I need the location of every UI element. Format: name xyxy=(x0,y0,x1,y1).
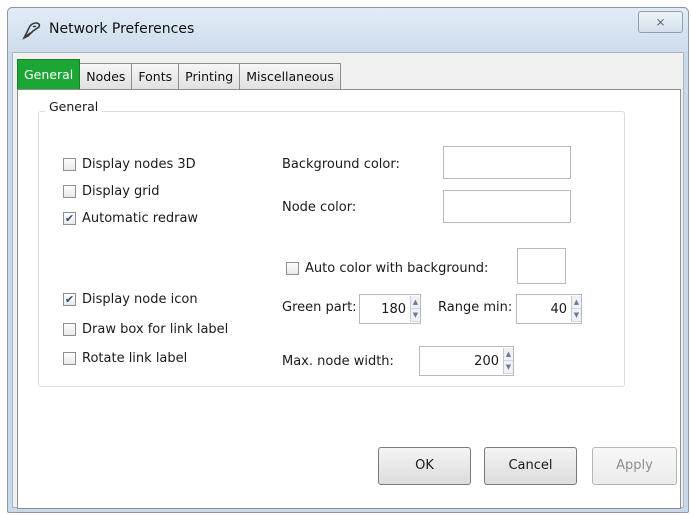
tab-printing[interactable]: Printing xyxy=(178,63,241,89)
max-node-width-input[interactable] xyxy=(420,348,503,374)
tab-miscellaneous[interactable]: Miscellaneous xyxy=(239,63,341,89)
auto-color-swatch[interactable] xyxy=(517,248,566,284)
spinner-arrows[interactable]: ▲ ▼ xyxy=(410,296,420,322)
checkbox-label: Display nodes 3D xyxy=(82,157,196,172)
spin-up-icon[interactable]: ▲ xyxy=(504,348,513,361)
preferences-window: Network Preferences ⨯ General Nodes Font… xyxy=(7,7,689,513)
tab-strip: General Nodes Fonts Printing Miscellaneo… xyxy=(17,59,341,89)
spinner-arrows[interactable]: ▲ ▼ xyxy=(503,348,513,374)
checkbox-box xyxy=(63,352,76,365)
max-node-width-spinner[interactable]: ▲ ▼ xyxy=(419,346,514,376)
range-min-spinner[interactable]: ▲ ▼ xyxy=(516,294,582,324)
display-grid-checkbox[interactable]: Display grid xyxy=(63,184,160,199)
background-color-label: Background color: xyxy=(282,157,400,172)
tab-general[interactable]: General xyxy=(17,59,81,89)
spin-down-icon[interactable]: ▼ xyxy=(504,361,513,374)
green-part-input[interactable] xyxy=(360,296,410,322)
general-tab-panel: General Display nodes 3D Display grid ✔ … xyxy=(17,89,681,509)
auto-color-checkbox[interactable]: Auto color with background: xyxy=(286,261,488,276)
checkbox-box xyxy=(63,185,76,198)
window-title: Network Preferences xyxy=(49,21,195,37)
display-nodes-3d-checkbox[interactable]: Display nodes 3D xyxy=(63,157,196,172)
checkbox-label: Display grid xyxy=(82,184,160,199)
range-min-label: Range min: xyxy=(438,300,513,315)
dialog-body: General Nodes Fonts Printing Miscellaneo… xyxy=(12,52,684,509)
checkbox-box xyxy=(63,323,76,336)
close-icon: ⨯ xyxy=(655,15,666,29)
range-min-input[interactable] xyxy=(517,296,571,322)
checkmark-icon: ✔ xyxy=(63,212,76,225)
tab-nodes[interactable]: Nodes xyxy=(79,63,133,89)
draw-box-link-label-checkbox[interactable]: Draw box for link label xyxy=(63,322,228,337)
automatic-redraw-checkbox[interactable]: ✔ Automatic redraw xyxy=(63,211,198,226)
background-color-swatch[interactable] xyxy=(443,146,571,179)
checkbox-box xyxy=(63,158,76,171)
group-label: General xyxy=(45,99,103,114)
checkbox-label: Automatic redraw xyxy=(82,211,199,226)
display-node-icon-checkbox[interactable]: ✔ Display node icon xyxy=(63,292,198,307)
spin-down-icon[interactable]: ▼ xyxy=(572,309,581,322)
checkbox-label: Rotate link label xyxy=(82,351,188,366)
green-part-label: Green part: xyxy=(282,300,357,315)
node-color-label: Node color: xyxy=(282,200,357,215)
title-bar: Network Preferences ⨯ xyxy=(8,8,688,52)
checkbox-label: Display node icon xyxy=(82,292,198,307)
apply-button[interactable]: Apply xyxy=(592,447,677,485)
checkbox-label: Draw box for link label xyxy=(82,322,229,337)
close-button[interactable]: ⨯ xyxy=(638,11,683,33)
ok-button[interactable]: OK xyxy=(378,447,471,485)
checkbox-label: Auto color with background: xyxy=(305,261,489,276)
spin-down-icon[interactable]: ▼ xyxy=(411,309,420,322)
node-color-swatch[interactable] xyxy=(443,190,571,223)
cancel-button[interactable]: Cancel xyxy=(484,447,577,485)
spin-up-icon[interactable]: ▲ xyxy=(411,296,420,309)
pen-nib-icon xyxy=(22,22,41,40)
max-node-width-label: Max. node width: xyxy=(282,354,394,369)
checkmark-icon: ✔ xyxy=(63,293,76,306)
tab-fonts[interactable]: Fonts xyxy=(131,63,180,89)
spinner-arrows[interactable]: ▲ ▼ xyxy=(571,296,581,322)
spin-up-icon[interactable]: ▲ xyxy=(572,296,581,309)
green-part-spinner[interactable]: ▲ ▼ xyxy=(359,294,421,324)
checkbox-box xyxy=(286,262,299,275)
rotate-link-label-checkbox[interactable]: Rotate link label xyxy=(63,351,187,366)
